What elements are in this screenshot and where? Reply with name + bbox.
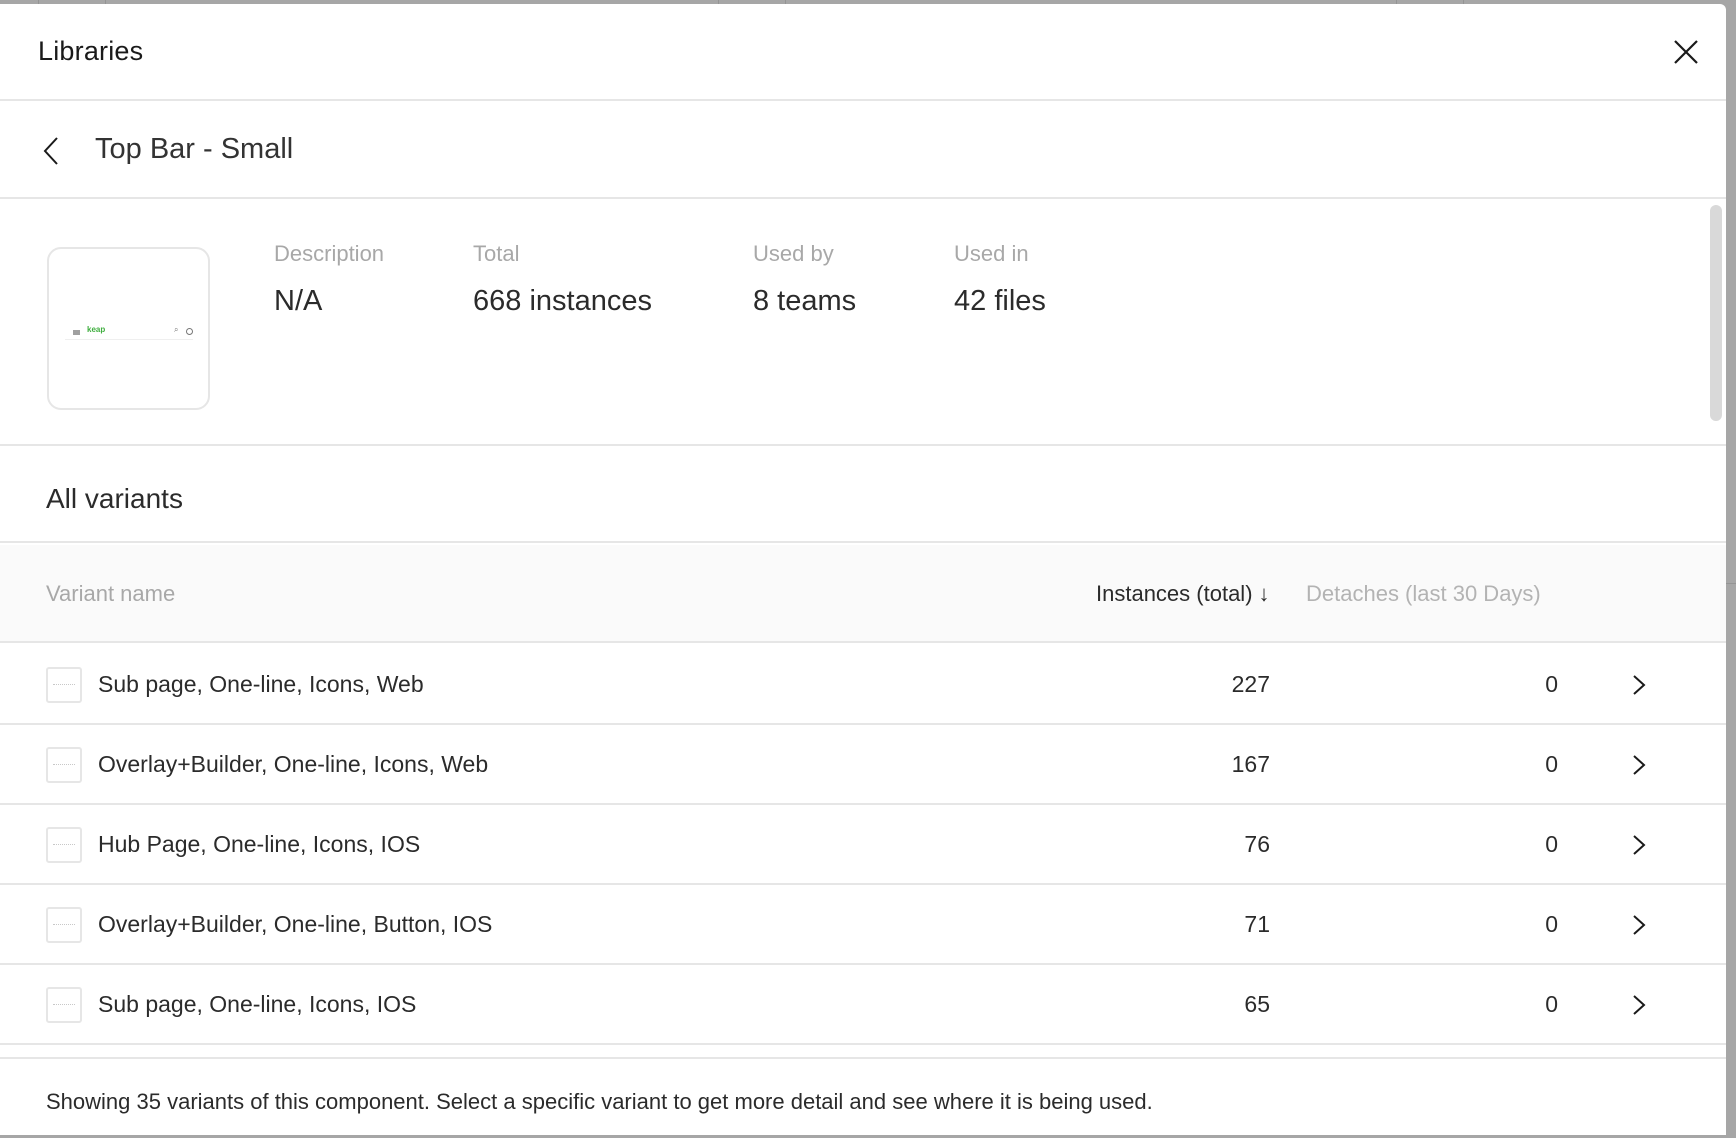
scrollbar-thumb[interactable] bbox=[1710, 205, 1722, 421]
variant-thumbnail bbox=[46, 907, 82, 943]
column-header-variant-name: Variant name bbox=[46, 581, 176, 606]
stat-label: Total bbox=[473, 241, 520, 266]
variant-thumbnail bbox=[46, 747, 82, 783]
variant-instances: 227 bbox=[1231, 671, 1270, 697]
variant-name: Sub page, One-line, Icons, Web bbox=[98, 671, 424, 697]
component-summary: keap ⌕ Description N/A Total 668 instanc… bbox=[0, 201, 1726, 446]
stat-value: 42 files bbox=[954, 285, 1046, 317]
variants-table-header: Variant name Instances (total) ↓ Detaches… bbox=[0, 545, 1726, 643]
libraries-modal: Libraries Top Bar - Small keap ⌕ Descrip… bbox=[0, 4, 1726, 1135]
breadcrumb: Top Bar - Small bbox=[0, 103, 1726, 199]
chevron-right-icon[interactable] bbox=[1628, 671, 1650, 699]
menu-icon bbox=[73, 330, 80, 335]
modal-header: Libraries bbox=[0, 4, 1726, 101]
variants-count-note: Showing 35 variants of this component. S… bbox=[46, 1089, 1153, 1114]
column-header-instances-label: Instances (total) bbox=[1096, 581, 1253, 606]
table-row[interactable]: Sub page, One-line, Icons, IOS 65 0 bbox=[0, 965, 1726, 1045]
variant-detaches: 0 bbox=[1545, 911, 1558, 937]
modal-title: Libraries bbox=[38, 36, 144, 66]
variant-thumbnail-preview bbox=[53, 1004, 75, 1006]
stat-label: Used in bbox=[954, 241, 1029, 266]
chevron-right-icon[interactable] bbox=[1628, 751, 1650, 779]
variants-section-header: All variants bbox=[0, 446, 1726, 543]
thumbnail-top-bar: keap ⌕ bbox=[65, 325, 193, 340]
back-button[interactable] bbox=[36, 131, 70, 171]
component-title: Top Bar - Small bbox=[95, 133, 294, 165]
variant-name: Overlay+Builder, One-line, Button, IOS bbox=[98, 911, 493, 937]
sort-descending-icon: ↓ bbox=[1258, 581, 1270, 606]
table-row[interactable]: Overlay+Builder, One-line, Icons, Web 16… bbox=[0, 725, 1726, 805]
table-row[interactable]: Sub page, One-line, Icons, Web 227 0 bbox=[0, 645, 1726, 725]
variants-table-body: Sub page, One-line, Icons, Web 227 0 Ove… bbox=[0, 645, 1726, 1045]
stat-label: Used by bbox=[753, 241, 834, 266]
variant-name: Hub Page, One-line, Icons, IOS bbox=[98, 831, 421, 857]
variant-thumbnail bbox=[46, 667, 82, 703]
table-row[interactable]: Hub Page, One-line, Icons, IOS 76 0 bbox=[0, 805, 1726, 885]
stat-value: N/A bbox=[274, 285, 323, 317]
variant-thumbnail-preview bbox=[53, 844, 75, 846]
chevron-right-icon[interactable] bbox=[1628, 911, 1650, 939]
stat-description: Description N/A bbox=[274, 241, 384, 318]
variant-thumbnail-preview bbox=[53, 924, 75, 926]
stat-value: 8 teams bbox=[753, 285, 857, 317]
variant-detaches: 0 bbox=[1545, 831, 1558, 857]
column-header-instances[interactable]: Instances (total) ↓ bbox=[1096, 581, 1270, 607]
variants-heading: All variants bbox=[46, 483, 183, 514]
stat-value: 668 instances bbox=[473, 285, 652, 317]
variant-instances: 71 bbox=[1244, 911, 1270, 937]
chevron-right-icon[interactable] bbox=[1628, 991, 1650, 1019]
details-scroll-area[interactable]: keap ⌕ Description N/A Total 668 instanc… bbox=[0, 201, 1726, 1057]
background-divider bbox=[1726, 583, 1736, 584]
close-icon bbox=[1674, 40, 1698, 64]
variant-name: Overlay+Builder, One-line, Icons, Web bbox=[98, 751, 489, 777]
variant-detaches: 0 bbox=[1545, 991, 1558, 1017]
modal-footer: Showing 35 variants of this component. S… bbox=[0, 1057, 1726, 1135]
stat-label: Description bbox=[274, 241, 385, 266]
variant-thumbnail-preview bbox=[53, 764, 75, 766]
keap-logo: keap bbox=[87, 325, 106, 334]
variant-thumbnail bbox=[46, 987, 82, 1023]
variant-name: Sub page, One-line, Icons, IOS bbox=[98, 991, 417, 1017]
variant-thumbnail-preview bbox=[53, 684, 75, 686]
help-icon bbox=[186, 328, 193, 335]
variant-detaches: 0 bbox=[1545, 751, 1558, 777]
stat-total: Total 668 instances bbox=[473, 241, 652, 318]
column-header-detaches[interactable]: Detaches (last 30 Days) bbox=[1306, 581, 1541, 607]
search-icon: ⌕ bbox=[174, 325, 179, 334]
variant-detaches: 0 bbox=[1545, 671, 1558, 697]
variant-instances: 167 bbox=[1231, 751, 1270, 777]
chevron-right-icon[interactable] bbox=[1628, 831, 1650, 859]
close-button[interactable] bbox=[1668, 34, 1704, 70]
component-thumbnail: keap ⌕ bbox=[47, 247, 210, 410]
variant-thumbnail bbox=[46, 827, 82, 863]
chevron-left-icon bbox=[43, 137, 58, 165]
variant-instances: 65 bbox=[1244, 991, 1270, 1017]
stat-used-by: Used by 8 teams bbox=[753, 241, 856, 318]
variant-instances: 76 bbox=[1244, 831, 1270, 857]
stat-used-in: Used in 42 files bbox=[954, 241, 1046, 318]
table-row[interactable]: Overlay+Builder, One-line, Button, IOS 7… bbox=[0, 885, 1726, 965]
